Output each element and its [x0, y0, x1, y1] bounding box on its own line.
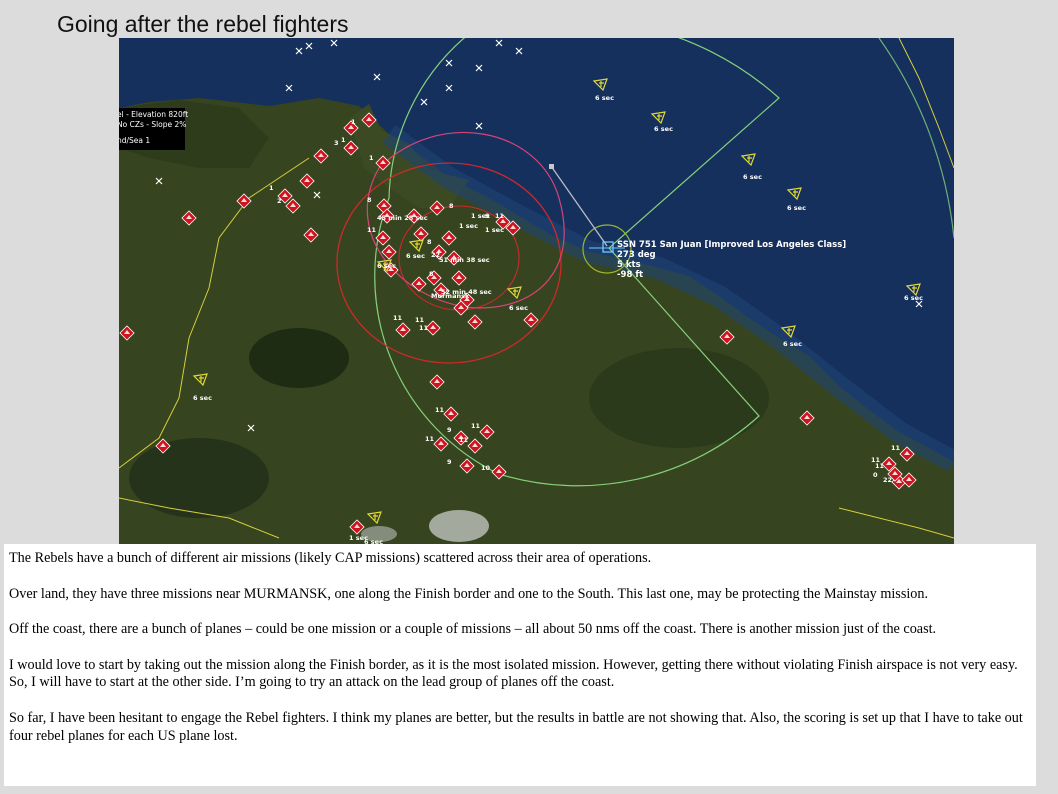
count-label: 10 [481, 464, 491, 472]
slide-title: Going after the rebel fighters [57, 11, 349, 37]
time-label: 6 sec [193, 394, 212, 402]
elevation-readout: el - Elevation 820ft [119, 110, 189, 119]
count-label: 11 [435, 406, 445, 414]
count-label: 11 [471, 422, 481, 430]
note-paragraph: Off the coast, there are a bunch of plan… [9, 621, 937, 638]
count-label: 11 [415, 316, 425, 324]
count-label: 1 [269, 184, 274, 192]
time-label: 6 sec [595, 94, 614, 102]
timer-label: 51 min 38 sec [439, 256, 490, 264]
unit-speed-label: 5 kts [617, 260, 641, 270]
note-paragraph: Over land, they have three missions near… [9, 585, 929, 602]
dark-forest-3 [589, 348, 769, 448]
count-label: 8 [427, 238, 432, 246]
count-label: 9 [485, 212, 490, 220]
count-label: 22 [883, 476, 892, 484]
count-label: 11 [425, 435, 435, 443]
time-label: 6 sec [787, 204, 806, 212]
count-label: 3 [334, 139, 339, 147]
terrain-info-panel: el - Elevation 820ft No CZs - Slope 2% n… [119, 108, 189, 150]
time-label: 6 sec [509, 304, 528, 312]
count-label: 8 [429, 270, 434, 278]
snow-peaks [429, 510, 489, 542]
city-label: Murmansk [431, 292, 470, 300]
time-label: 6 sec [904, 294, 923, 302]
count-label: 11 [367, 226, 377, 234]
count-label: 1 [351, 118, 356, 126]
time-label: 1 sec [485, 226, 504, 234]
tactical-map[interactable]: SSN 751 San Juan [Improved Los Angeles C… [119, 38, 954, 544]
count-label: 8 [449, 202, 454, 210]
timer-label: 45 min 28 sec [377, 214, 428, 222]
map-canvas[interactable]: SSN 751 San Juan [Improved Los Angeles C… [119, 38, 954, 544]
unit-heading-label: 273 deg [617, 250, 656, 260]
time-label: 6 sec [406, 252, 425, 260]
count-label: 2 [277, 197, 282, 205]
unit-name-label: SSN 751 San Juan [Improved Los Angeles C… [617, 240, 846, 250]
count-label: 8 [367, 196, 372, 204]
dark-forest-2 [129, 438, 269, 518]
time-label: 6 sec [743, 173, 762, 181]
count-label: 11 [393, 314, 403, 322]
time-label: 6 sec [654, 125, 673, 133]
count-label: 11 [419, 324, 429, 332]
note-paragraph: So far, I have been hesitant to engage t… [9, 709, 1023, 744]
count-label: 11 [891, 444, 901, 452]
count-label: 9 [447, 426, 452, 434]
count-label: 1 [341, 136, 346, 144]
count-label: 11 [495, 212, 505, 220]
note-paragraph: I would love to start by taking out the … [9, 656, 1018, 691]
time-label: 1 sec [349, 534, 368, 542]
count-label: 22 [431, 251, 440, 259]
land-sea-readout: nd/Sea 1 [119, 136, 151, 145]
notes-panel: The Rebels have a bunch of different air… [4, 544, 1036, 786]
waypoint [549, 164, 554, 169]
time-label: 6 sec [377, 262, 396, 270]
dark-forest [249, 328, 349, 388]
time-label: 1 sec [459, 222, 478, 230]
unit-depth-label: -98 ft [617, 270, 643, 280]
count-label: 11 [875, 462, 885, 470]
note-paragraph: The Rebels have a bunch of different air… [9, 550, 652, 566]
count-label: 11 [459, 436, 469, 444]
slope-readout: No CZs - Slope 2% [119, 120, 187, 129]
count-label: 1 [369, 154, 374, 162]
count-label: 0 [873, 471, 878, 479]
count-label: 9 [447, 458, 452, 466]
time-label: 6 sec [783, 340, 802, 348]
